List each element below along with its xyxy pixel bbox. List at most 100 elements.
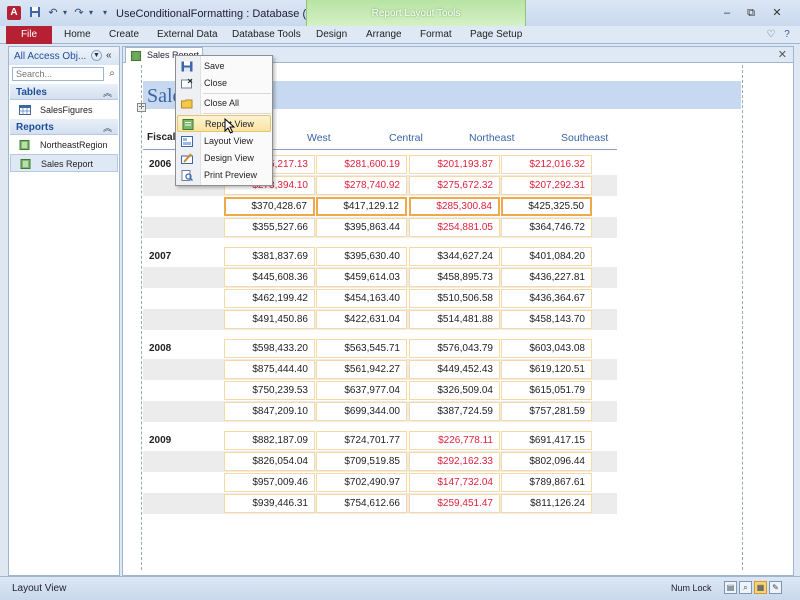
sales-cell-southeast[interactable]: $619,120.51 — [501, 360, 592, 379]
tab-page-setup[interactable]: Page Setup — [470, 26, 522, 44]
sales-cell-west[interactable]: $355,527.66 — [224, 218, 315, 237]
sales-cell-northeast[interactable]: $201,193.87 — [409, 155, 500, 174]
shutter-bar-close-icon[interactable]: « — [106, 50, 112, 61]
sales-cell-northeast[interactable]: $254,881.05 — [409, 218, 500, 237]
minimize-ribbon-icon[interactable]: ♡ — [764, 28, 778, 42]
sales-cell-west[interactable]: $847,209.10 — [224, 402, 315, 421]
sales-cell-northeast[interactable]: $147,732.04 — [409, 473, 500, 492]
nav-group-tables[interactable]: Tables ︽ — [10, 84, 118, 100]
sales-cell-northeast[interactable]: $449,452.43 — [409, 360, 500, 379]
column-header-fiscal[interactable]: Fiscal — [147, 132, 175, 143]
sales-cell-central[interactable]: $395,863.44 — [316, 218, 407, 237]
year-label[interactable]: 2006 — [149, 159, 171, 170]
nav-menu-dropdown-icon[interactable]: ▼ — [91, 50, 102, 61]
collapse-chevron-icon[interactable]: ︽ — [103, 86, 112, 99]
collapse-chevron-icon[interactable]: ︽ — [103, 121, 112, 134]
sales-cell-northeast[interactable]: $387,724.59 — [409, 402, 500, 421]
sales-cell-southeast[interactable]: $458,143.70 — [501, 310, 592, 329]
tab-format[interactable]: Format — [420, 26, 452, 44]
sales-cell-central[interactable]: $709,519.85 — [316, 452, 407, 471]
access-app-icon[interactable]: A — [7, 6, 21, 20]
report-view-button[interactable]: ▤ — [724, 581, 737, 594]
sales-cell-west[interactable]: $875,444.40 — [224, 360, 315, 379]
sales-cell-west[interactable]: $939,446.31 — [224, 494, 315, 513]
print-preview-button[interactable]: ⌕ — [739, 581, 752, 594]
minimize-button[interactable]: – — [718, 6, 736, 20]
tab-database-tools[interactable]: Database Tools — [232, 26, 301, 44]
layout-view-button[interactable]: ▦ — [754, 581, 767, 594]
tab-home[interactable]: Home — [64, 26, 91, 44]
sales-cell-west[interactable]: $370,428.67 — [224, 197, 315, 216]
sales-cell-central[interactable]: $563,545.71 — [316, 339, 407, 358]
search-icon[interactable]: ⌕ — [106, 67, 118, 81]
sales-cell-west[interactable]: $598,433.20 — [224, 339, 315, 358]
menu-item-close-all[interactable]: Close All — [177, 95, 271, 112]
undo-dropdown-icon[interactable]: ▾ — [58, 6, 72, 20]
sales-cell-southeast[interactable]: $757,281.59 — [501, 402, 592, 421]
redo-dropdown-icon[interactable]: ▾ — [84, 6, 98, 20]
nav-search-input[interactable] — [12, 67, 104, 81]
close-document-icon[interactable]: ✕ — [778, 48, 787, 61]
sales-cell-southeast[interactable]: $364,746.72 — [501, 218, 592, 237]
menu-item-close[interactable]: Close — [177, 75, 271, 92]
help-icon[interactable]: ? — [780, 28, 794, 42]
sales-cell-west[interactable]: $750,239.53 — [224, 381, 315, 400]
sales-cell-northeast[interactable]: $344,627.24 — [409, 247, 500, 266]
tab-file[interactable]: File — [6, 26, 52, 44]
year-label[interactable]: 2009 — [149, 435, 171, 446]
sales-cell-northeast[interactable]: $458,895.73 — [409, 268, 500, 287]
sales-cell-central[interactable]: $454,163.40 — [316, 289, 407, 308]
sales-cell-central[interactable]: $422,631.04 — [316, 310, 407, 329]
sales-cell-northeast[interactable]: $510,506.58 — [409, 289, 500, 308]
menu-item-print-preview[interactable]: Print Preview — [177, 167, 271, 184]
sales-cell-west[interactable]: $381,837.69 — [224, 247, 315, 266]
sales-cell-northeast[interactable]: $275,672.32 — [409, 176, 500, 195]
year-label[interactable]: 2008 — [149, 343, 171, 354]
nav-group-reports[interactable]: Reports ︽ — [10, 119, 118, 135]
sales-cell-central[interactable]: $561,942.27 — [316, 360, 407, 379]
restore-button[interactable]: ⧉ — [742, 6, 760, 20]
year-label[interactable]: 2007 — [149, 251, 171, 262]
sales-cell-northeast[interactable]: $326,509.04 — [409, 381, 500, 400]
sales-cell-central[interactable]: $754,612.66 — [316, 494, 407, 513]
sales-cell-southeast[interactable]: $603,043.08 — [501, 339, 592, 358]
column-header-west[interactable]: West — [307, 132, 331, 144]
column-header-northeast[interactable]: Northeast — [469, 132, 515, 144]
sales-cell-west[interactable]: $957,009.46 — [224, 473, 315, 492]
menu-item-layout-view[interactable]: Layout View — [177, 133, 271, 150]
sales-cell-northeast[interactable]: $514,481.88 — [409, 310, 500, 329]
sales-cell-central[interactable]: $278,740.92 — [316, 176, 407, 195]
nav-item-salesfigures[interactable]: SalesFigures — [10, 101, 118, 119]
sales-cell-west[interactable]: $491,450.86 — [224, 310, 315, 329]
nav-pane-header[interactable]: All Access Obj... ▼ « — [9, 47, 119, 65]
customize-toolbar-icon[interactable]: ▾ — [98, 6, 112, 20]
nav-item-sales-report[interactable]: Sales Report — [10, 154, 118, 172]
sales-cell-northeast[interactable]: $259,451.47 — [409, 494, 500, 513]
sales-cell-west[interactable]: $462,199.42 — [224, 289, 315, 308]
sales-cell-southeast[interactable]: $436,364.67 — [501, 289, 592, 308]
sales-cell-southeast[interactable]: $436,227.81 — [501, 268, 592, 287]
sales-cell-central[interactable]: $281,600.19 — [316, 155, 407, 174]
sales-cell-central[interactable]: $395,630.40 — [316, 247, 407, 266]
tab-design[interactable]: Design — [316, 26, 347, 44]
menu-item-design-view[interactable]: Design View — [177, 150, 271, 167]
sales-cell-southeast[interactable]: $207,292.31 — [501, 176, 592, 195]
sales-cell-southeast[interactable]: $425,325.50 — [501, 197, 592, 216]
close-window-button[interactable]: ✕ — [768, 6, 786, 20]
sales-cell-central[interactable]: $459,614.03 — [316, 268, 407, 287]
tab-arrange[interactable]: Arrange — [366, 26, 402, 44]
sales-cell-central[interactable]: $702,490.97 — [316, 473, 407, 492]
sales-cell-southeast[interactable]: $615,051.79 — [501, 381, 592, 400]
sales-cell-southeast[interactable]: $802,096.44 — [501, 452, 592, 471]
sales-cell-central[interactable]: $637,977.04 — [316, 381, 407, 400]
menu-item-save[interactable]: Save — [177, 58, 271, 75]
sales-cell-west[interactable]: $826,054.04 — [224, 452, 315, 471]
sales-cell-southeast[interactable]: $401,084.20 — [501, 247, 592, 266]
sales-cell-northeast[interactable]: $292,162.33 — [409, 452, 500, 471]
column-header-central[interactable]: Central — [389, 132, 423, 144]
sales-cell-southeast[interactable]: $811,126.24 — [501, 494, 592, 513]
sales-cell-southeast[interactable]: $691,417.15 — [501, 431, 592, 450]
sales-cell-west[interactable]: $445,608.36 — [224, 268, 315, 287]
sales-cell-northeast[interactable]: $285,300.84 — [409, 197, 500, 216]
design-view-button[interactable]: ✎ — [769, 581, 782, 594]
